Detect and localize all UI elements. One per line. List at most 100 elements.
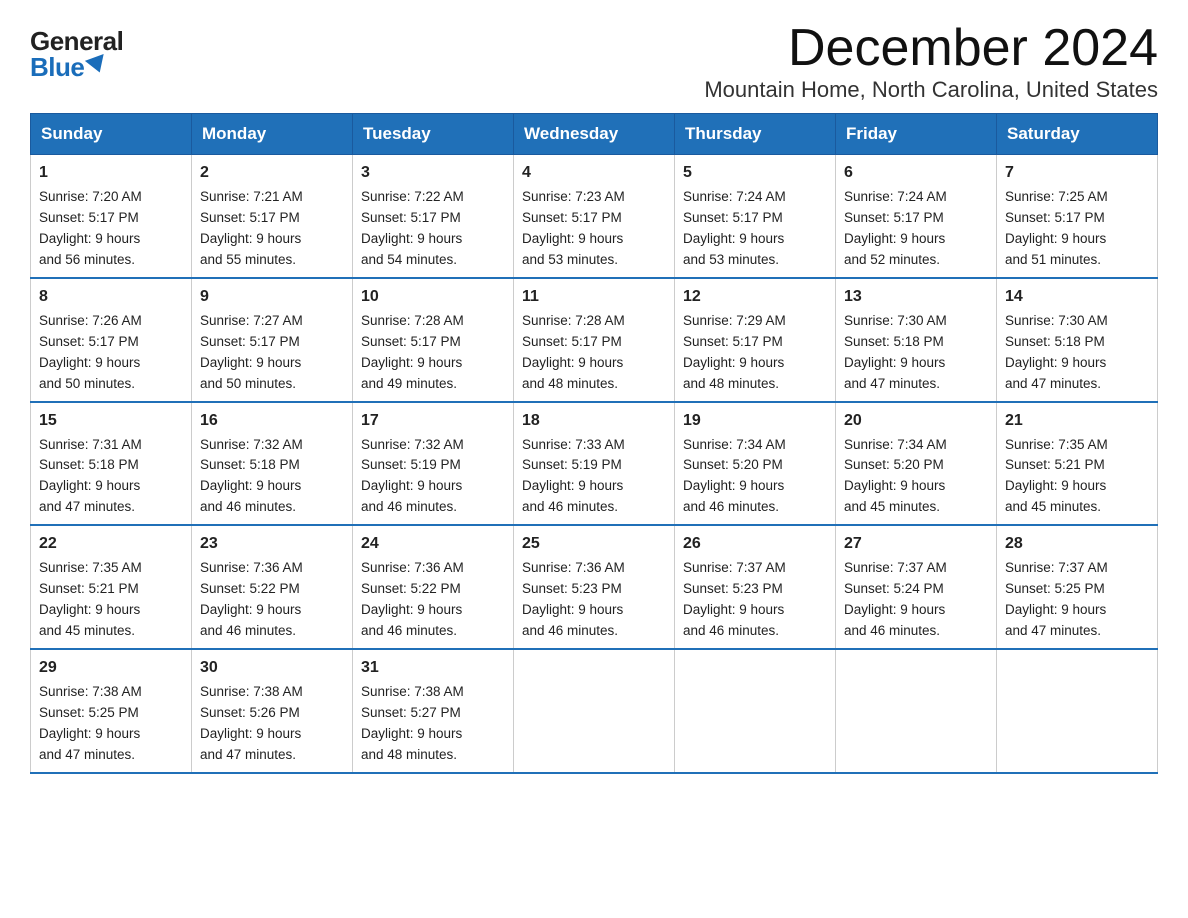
day-number: 3: [361, 161, 505, 185]
calendar-cell: [997, 649, 1158, 773]
day-number: 22: [39, 532, 183, 556]
day-number: 30: [200, 656, 344, 680]
day-info: Sunrise: 7:31 AMSunset: 5:18 PMDaylight:…: [39, 437, 142, 515]
day-info: Sunrise: 7:35 AMSunset: 5:21 PMDaylight:…: [1005, 437, 1108, 515]
day-info: Sunrise: 7:34 AMSunset: 5:20 PMDaylight:…: [844, 437, 947, 515]
day-info: Sunrise: 7:27 AMSunset: 5:17 PMDaylight:…: [200, 313, 303, 391]
day-number: 31: [361, 656, 505, 680]
logo: General Blue: [30, 28, 123, 80]
day-info: Sunrise: 7:20 AMSunset: 5:17 PMDaylight:…: [39, 189, 142, 267]
day-number: 23: [200, 532, 344, 556]
col-thursday: Thursday: [675, 114, 836, 155]
calendar-cell: 16 Sunrise: 7:32 AMSunset: 5:18 PMDaylig…: [192, 402, 353, 526]
calendar-cell: 13 Sunrise: 7:30 AMSunset: 5:18 PMDaylig…: [836, 278, 997, 402]
day-number: 21: [1005, 409, 1149, 433]
page-header: General Blue December 2024 Mountain Home…: [30, 20, 1158, 103]
day-info: Sunrise: 7:22 AMSunset: 5:17 PMDaylight:…: [361, 189, 464, 267]
day-info: Sunrise: 7:28 AMSunset: 5:17 PMDaylight:…: [522, 313, 625, 391]
logo-blue-text: Blue: [30, 54, 107, 80]
day-info: Sunrise: 7:32 AMSunset: 5:19 PMDaylight:…: [361, 437, 464, 515]
calendar-cell: 28 Sunrise: 7:37 AMSunset: 5:25 PMDaylig…: [997, 525, 1158, 649]
calendar-cell: 7 Sunrise: 7:25 AMSunset: 5:17 PMDayligh…: [997, 155, 1158, 278]
logo-general-text: General: [30, 28, 123, 54]
calendar-cell: 3 Sunrise: 7:22 AMSunset: 5:17 PMDayligh…: [353, 155, 514, 278]
calendar-cell: 19 Sunrise: 7:34 AMSunset: 5:20 PMDaylig…: [675, 402, 836, 526]
month-title: December 2024: [704, 20, 1158, 77]
day-number: 25: [522, 532, 666, 556]
calendar-cell: [514, 649, 675, 773]
calendar-cell: 23 Sunrise: 7:36 AMSunset: 5:22 PMDaylig…: [192, 525, 353, 649]
day-info: Sunrise: 7:37 AMSunset: 5:24 PMDaylight:…: [844, 560, 947, 638]
calendar-cell: [675, 649, 836, 773]
day-info: Sunrise: 7:24 AMSunset: 5:17 PMDaylight:…: [683, 189, 786, 267]
calendar-cell: 9 Sunrise: 7:27 AMSunset: 5:17 PMDayligh…: [192, 278, 353, 402]
calendar-cell: 10 Sunrise: 7:28 AMSunset: 5:17 PMDaylig…: [353, 278, 514, 402]
calendar-cell: 2 Sunrise: 7:21 AMSunset: 5:17 PMDayligh…: [192, 155, 353, 278]
day-info: Sunrise: 7:24 AMSunset: 5:17 PMDaylight:…: [844, 189, 947, 267]
day-info: Sunrise: 7:28 AMSunset: 5:17 PMDaylight:…: [361, 313, 464, 391]
day-number: 2: [200, 161, 344, 185]
calendar-cell: 8 Sunrise: 7:26 AMSunset: 5:17 PMDayligh…: [31, 278, 192, 402]
calendar-cell: 20 Sunrise: 7:34 AMSunset: 5:20 PMDaylig…: [836, 402, 997, 526]
col-monday: Monday: [192, 114, 353, 155]
day-info: Sunrise: 7:36 AMSunset: 5:22 PMDaylight:…: [200, 560, 303, 638]
day-info: Sunrise: 7:36 AMSunset: 5:23 PMDaylight:…: [522, 560, 625, 638]
day-info: Sunrise: 7:32 AMSunset: 5:18 PMDaylight:…: [200, 437, 303, 515]
day-number: 9: [200, 285, 344, 309]
day-number: 8: [39, 285, 183, 309]
day-number: 7: [1005, 161, 1149, 185]
day-number: 26: [683, 532, 827, 556]
day-info: Sunrise: 7:25 AMSunset: 5:17 PMDaylight:…: [1005, 189, 1108, 267]
day-number: 20: [844, 409, 988, 433]
calendar-week-row: 22 Sunrise: 7:35 AMSunset: 5:21 PMDaylig…: [31, 525, 1158, 649]
calendar-cell: 15 Sunrise: 7:31 AMSunset: 5:18 PMDaylig…: [31, 402, 192, 526]
day-number: 15: [39, 409, 183, 433]
day-info: Sunrise: 7:37 AMSunset: 5:25 PMDaylight:…: [1005, 560, 1108, 638]
day-info: Sunrise: 7:38 AMSunset: 5:26 PMDaylight:…: [200, 684, 303, 762]
day-info: Sunrise: 7:29 AMSunset: 5:17 PMDaylight:…: [683, 313, 786, 391]
calendar-cell: [836, 649, 997, 773]
calendar-cell: 1 Sunrise: 7:20 AMSunset: 5:17 PMDayligh…: [31, 155, 192, 278]
calendar-cell: 25 Sunrise: 7:36 AMSunset: 5:23 PMDaylig…: [514, 525, 675, 649]
title-block: December 2024 Mountain Home, North Carol…: [704, 20, 1158, 103]
calendar-week-row: 29 Sunrise: 7:38 AMSunset: 5:25 PMDaylig…: [31, 649, 1158, 773]
day-info: Sunrise: 7:26 AMSunset: 5:17 PMDaylight:…: [39, 313, 142, 391]
calendar-week-row: 1 Sunrise: 7:20 AMSunset: 5:17 PMDayligh…: [31, 155, 1158, 278]
day-number: 11: [522, 285, 666, 309]
col-sunday: Sunday: [31, 114, 192, 155]
day-number: 10: [361, 285, 505, 309]
day-number: 18: [522, 409, 666, 433]
day-info: Sunrise: 7:30 AMSunset: 5:18 PMDaylight:…: [844, 313, 947, 391]
calendar-cell: 6 Sunrise: 7:24 AMSunset: 5:17 PMDayligh…: [836, 155, 997, 278]
day-info: Sunrise: 7:37 AMSunset: 5:23 PMDaylight:…: [683, 560, 786, 638]
day-info: Sunrise: 7:35 AMSunset: 5:21 PMDaylight:…: [39, 560, 142, 638]
day-info: Sunrise: 7:38 AMSunset: 5:25 PMDaylight:…: [39, 684, 142, 762]
col-tuesday: Tuesday: [353, 114, 514, 155]
day-number: 19: [683, 409, 827, 433]
day-number: 6: [844, 161, 988, 185]
day-number: 29: [39, 656, 183, 680]
calendar-cell: 5 Sunrise: 7:24 AMSunset: 5:17 PMDayligh…: [675, 155, 836, 278]
day-number: 17: [361, 409, 505, 433]
calendar-header: Sunday Monday Tuesday Wednesday Thursday…: [31, 114, 1158, 155]
day-number: 28: [1005, 532, 1149, 556]
day-number: 13: [844, 285, 988, 309]
day-number: 27: [844, 532, 988, 556]
header-row: Sunday Monday Tuesday Wednesday Thursday…: [31, 114, 1158, 155]
day-info: Sunrise: 7:23 AMSunset: 5:17 PMDaylight:…: [522, 189, 625, 267]
day-number: 14: [1005, 285, 1149, 309]
calendar-cell: 11 Sunrise: 7:28 AMSunset: 5:17 PMDaylig…: [514, 278, 675, 402]
calendar-body: 1 Sunrise: 7:20 AMSunset: 5:17 PMDayligh…: [31, 155, 1158, 773]
col-friday: Friday: [836, 114, 997, 155]
calendar-cell: 24 Sunrise: 7:36 AMSunset: 5:22 PMDaylig…: [353, 525, 514, 649]
day-number: 16: [200, 409, 344, 433]
calendar-week-row: 15 Sunrise: 7:31 AMSunset: 5:18 PMDaylig…: [31, 402, 1158, 526]
col-wednesday: Wednesday: [514, 114, 675, 155]
calendar-cell: 17 Sunrise: 7:32 AMSunset: 5:19 PMDaylig…: [353, 402, 514, 526]
day-info: Sunrise: 7:36 AMSunset: 5:22 PMDaylight:…: [361, 560, 464, 638]
calendar-cell: 14 Sunrise: 7:30 AMSunset: 5:18 PMDaylig…: [997, 278, 1158, 402]
calendar-week-row: 8 Sunrise: 7:26 AMSunset: 5:17 PMDayligh…: [31, 278, 1158, 402]
day-number: 24: [361, 532, 505, 556]
day-info: Sunrise: 7:21 AMSunset: 5:17 PMDaylight:…: [200, 189, 303, 267]
calendar-cell: 21 Sunrise: 7:35 AMSunset: 5:21 PMDaylig…: [997, 402, 1158, 526]
